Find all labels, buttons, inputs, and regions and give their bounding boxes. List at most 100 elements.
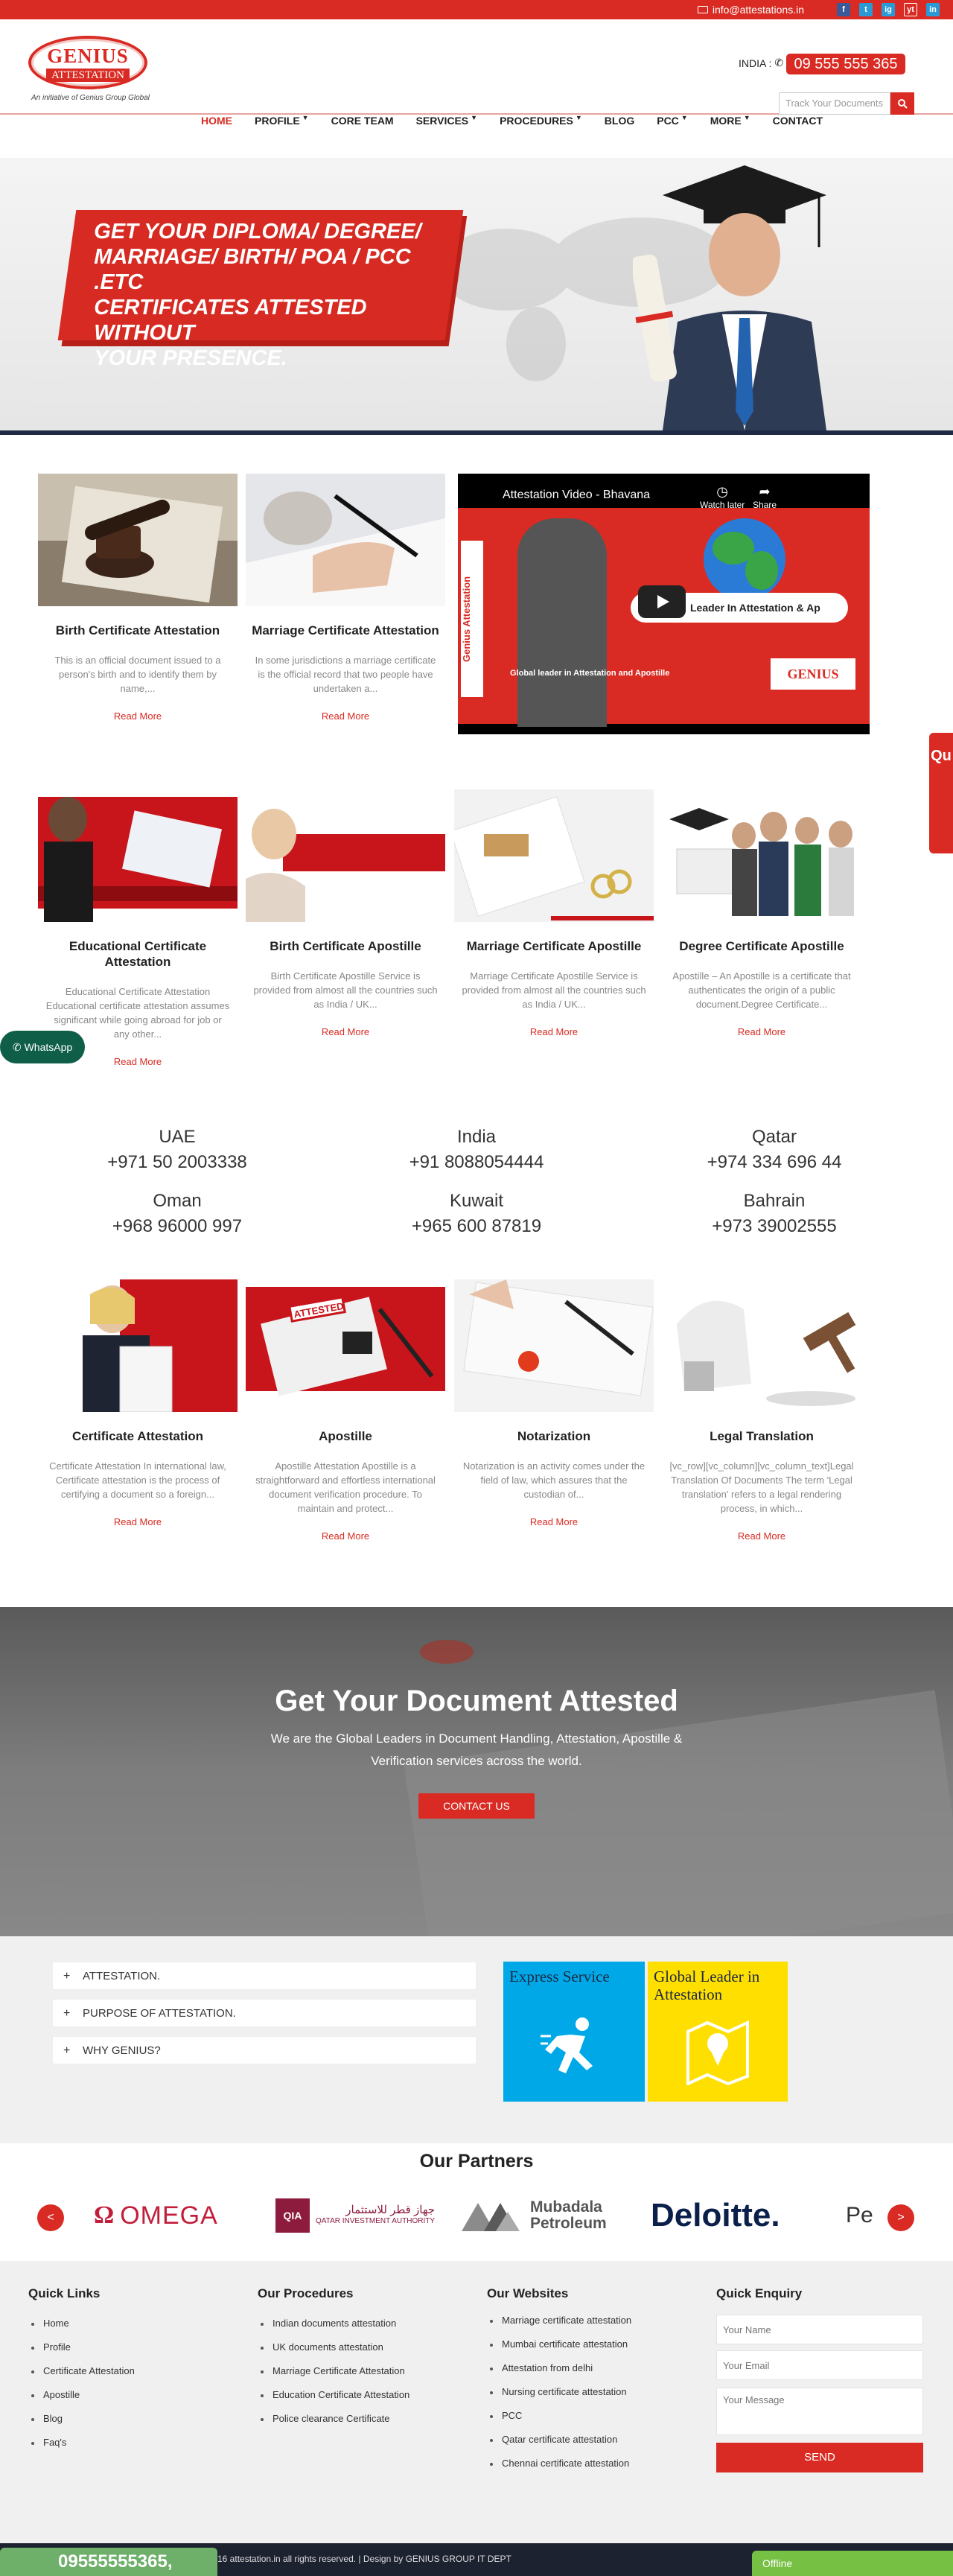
footer-link[interactable]: Police clearance Certificate [258, 2413, 409, 2424]
read-more-link[interactable]: Read More [38, 710, 238, 722]
call-now-bar[interactable]: 09555555365, [0, 2548, 217, 2576]
read-more-link[interactable]: Read More [454, 1516, 654, 1527]
footer-link[interactable]: Qatar certificate attestation [487, 2434, 631, 2445]
nav-item-contact[interactable]: CONTACT [773, 115, 823, 127]
running-man-icon [541, 2017, 593, 2073]
plus-icon: + [63, 2007, 71, 2020]
accordion-item-why-genius[interactable]: + WHY GENIUS? [52, 2036, 476, 2064]
video-title[interactable]: Attestation Video - Bhavana [503, 489, 650, 502]
footer-link[interactable]: Education Certificate Attestation [258, 2389, 409, 2400]
read-more-link[interactable]: Read More [38, 1056, 238, 1067]
partner-logo-qia: QIA جهاز قطر للاستثمار QATAR INVESTMENT … [275, 2195, 435, 2236]
social-links: f t ig yt in [837, 3, 940, 16]
read-more-link[interactable]: Read More [662, 1026, 861, 1037]
footer-link[interactable]: Home [28, 2318, 135, 2329]
linkedin-icon[interactable]: in [926, 3, 940, 16]
read-more-link[interactable]: Read More [662, 1530, 861, 1542]
send-button[interactable]: SEND [716, 2443, 923, 2472]
country-phone[interactable]: +974 334 696 44 [678, 1151, 871, 1174]
track-search-button[interactable] [890, 92, 914, 115]
banner-line-4: YOUR PRESENCE. [94, 346, 287, 370]
accordion-item-attestation[interactable]: + ATTESTATION. [52, 1962, 476, 1990]
card-description: [vc_row][vc_column][vc_column_text]Legal… [669, 1460, 854, 1514]
footer-heading: Quick Enquiry [716, 2286, 803, 2300]
quick-enquiry-tab[interactable]: Qu [929, 733, 953, 853]
twitter-icon[interactable]: t [859, 3, 873, 16]
name-field[interactable] [716, 2315, 923, 2344]
card-title: Educational Certificate Attestation [68, 939, 207, 969]
chevron-right-icon[interactable]: > [887, 2204, 914, 2231]
nav-item-home[interactable]: HOME [201, 115, 232, 127]
footer-link[interactable]: Chennai certificate attestation [487, 2458, 631, 2469]
search-icon [898, 99, 908, 109]
read-more-link[interactable]: Read More [38, 1516, 238, 1527]
site-logo[interactable]: GENIUS ATTESTATION An initiative of Geni… [28, 36, 150, 109]
nav-item-pcc[interactable]: PCC ▼ [657, 114, 687, 127]
footer-link[interactable]: Certificate Attestation [28, 2365, 135, 2376]
footer-link[interactable]: Faq's [28, 2437, 135, 2448]
contact-us-button[interactable]: CONTACT US [418, 1793, 535, 1819]
read-more-link[interactable]: Read More [246, 710, 445, 722]
footer-link[interactable]: Marriage certificate attestation [487, 2315, 631, 2326]
footer-link[interactable]: UK documents attestation [258, 2341, 409, 2353]
email-link[interactable]: info@attestations.in [697, 4, 804, 16]
footer-link[interactable]: Profile [28, 2341, 135, 2353]
plus-icon: + [63, 2044, 71, 2057]
footer-link[interactable]: PCC [487, 2410, 631, 2421]
nav-item-core-team[interactable]: CORE TEAM [331, 115, 394, 127]
partner-logo-mubadala: Mubadala Petroleum [462, 2195, 616, 2236]
top-bar: info@attestations.in f t ig yt in [0, 0, 953, 19]
message-field[interactable] [716, 2388, 923, 2435]
share-button[interactable]: ➦ Share [753, 484, 777, 510]
banner-line-2: MARRIAGE/ BIRTH/ POA / PCC .ETC [94, 245, 411, 294]
card-title: Degree Certificate Apostille [679, 939, 844, 953]
global-leader-tile[interactable]: Global Leader in Attestation [648, 1962, 788, 2102]
watch-later-button[interactable]: ◷ Watch later [700, 484, 745, 510]
country-phone[interactable]: +91 8088054444 [380, 1151, 573, 1174]
card-image [38, 474, 238, 606]
nav-item-services[interactable]: SERVICES ▼ [416, 114, 477, 127]
footer-link[interactable]: Marriage Certificate Attestation [258, 2365, 409, 2376]
country-phone[interactable]: +971 50 2003338 [80, 1151, 274, 1174]
main-nav: HOME PROFILE ▼ CORE TEAM SERVICES ▼ PROCEDURES… [201, 114, 845, 127]
accordion-item-purpose[interactable]: + PURPOSE OF ATTESTATION. [52, 1999, 476, 2027]
card-description: In some jurisdictions a marriage certifi… [255, 655, 436, 694]
nav-item-more[interactable]: MORE ▼ [710, 114, 750, 127]
footer-link[interactable]: Mumbai certificate attestation [487, 2338, 631, 2350]
read-more-link[interactable]: Read More [246, 1026, 445, 1037]
nav-item-profile[interactable]: PROFILE ▼ [255, 114, 309, 127]
phone-button[interactable]: 09 555 555 365 [786, 54, 905, 74]
nav-item-procedures[interactable]: PROCEDURES ▼ [500, 114, 582, 127]
card-title: Apostille [319, 1429, 372, 1443]
nav-item-blog[interactable]: BLOG [605, 115, 634, 127]
express-service-tile[interactable]: Express Service [503, 1962, 645, 2102]
card-birth-certificate-apostille: Birth Certificate Apostille Birth Certif… [246, 789, 445, 1037]
play-button[interactable] [638, 585, 686, 618]
footer-link[interactable]: Attestation from delhi [487, 2362, 631, 2373]
read-more-link[interactable]: Read More [454, 1026, 654, 1037]
card-title: Birth Certificate Apostille [270, 939, 421, 953]
logo-genius: GENIUS [47, 45, 129, 67]
footer-link[interactable]: Indian documents attestation [258, 2318, 409, 2329]
footer-link[interactable]: Apostille [28, 2389, 135, 2400]
instagram-icon[interactable]: ig [882, 3, 895, 16]
footer-link[interactable]: Nursing certificate attestation [487, 2386, 631, 2397]
country-phone[interactable]: +973 39002555 [678, 1215, 871, 1238]
card-educational-certificate-attestation: Educational Certificate Attestation Educ… [38, 789, 238, 1067]
country-phone[interactable]: +965 600 87819 [380, 1215, 573, 1238]
banner-line-1: GET YOUR DIPLOMA/ DEGREE/ [94, 220, 421, 244]
youtube-video-embed[interactable]: Genius Attestation Leader In Attestation… [458, 474, 870, 734]
country-phone[interactable]: +968 96000 997 [80, 1215, 274, 1238]
card-image: ATTESTED [246, 1279, 445, 1412]
nav-label: CONTACT [772, 115, 823, 127]
card-legal-translation: Legal Translation [vc_row][vc_column][vc… [662, 1279, 861, 1542]
email-field[interactable] [716, 2350, 923, 2380]
footer-link[interactable]: Blog [28, 2413, 135, 2424]
track-input[interactable]: Track Your Documents [779, 92, 890, 115]
live-chat-offline[interactable]: Offline [752, 2551, 953, 2576]
chevron-left-icon[interactable]: < [37, 2204, 64, 2231]
partner-name: Pe [846, 2203, 873, 2227]
facebook-icon[interactable]: f [837, 3, 850, 16]
youtube-icon[interactable]: yt [904, 3, 917, 16]
read-more-link[interactable]: Read More [246, 1530, 445, 1542]
